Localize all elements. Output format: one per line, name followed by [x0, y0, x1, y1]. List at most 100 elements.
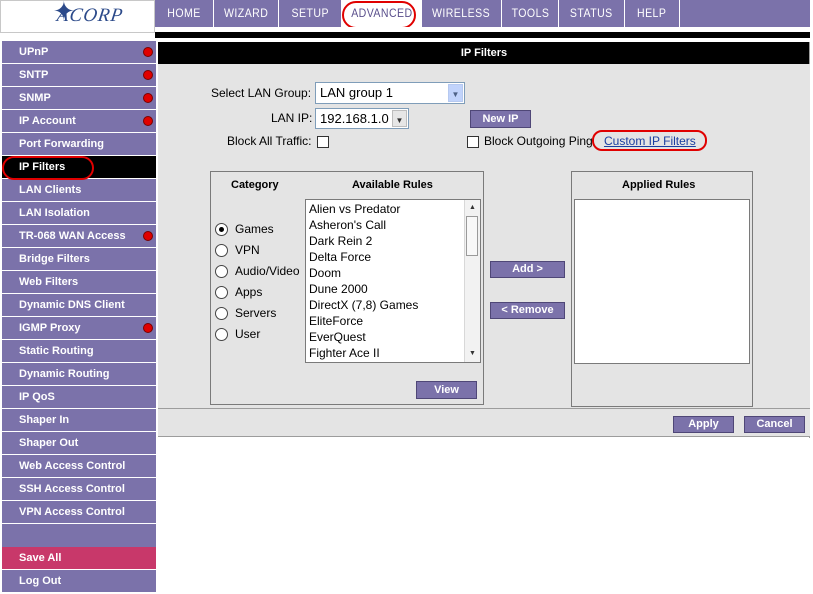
sidebar-item-label: Shaper Out: [19, 437, 79, 449]
category-radio-games[interactable]: Games: [215, 221, 300, 241]
radio-button[interactable]: [215, 328, 228, 341]
category-header: Category: [231, 179, 279, 191]
acorp-logo[interactable]: ✦ ACORP: [0, 0, 155, 33]
top-nav: HOME WIZARD SETUP ADVANCED WIRELESS TOOL…: [155, 0, 810, 27]
radio-button[interactable]: [215, 223, 228, 236]
form-footer: Apply Cancel: [158, 408, 810, 437]
tab-home[interactable]: HOME: [155, 0, 213, 27]
sidebar-item-label: Static Routing: [19, 345, 94, 357]
log-out-label: Log Out: [19, 575, 62, 587]
sidebar-item-label: VPN Access Control: [19, 506, 125, 518]
sidebar-item-label: Dynamic Routing: [19, 368, 110, 380]
lan-ip-value: 192.168.1.0: [320, 111, 389, 126]
list-item[interactable]: EverQuest: [309, 329, 366, 345]
list-item[interactable]: DirectX (7,8) Games: [309, 297, 418, 313]
applied-rules-list[interactable]: [574, 199, 750, 364]
scroll-up-icon[interactable]: ▲: [466, 201, 479, 215]
cancel-button[interactable]: Cancel: [744, 416, 805, 433]
view-button[interactable]: View: [416, 381, 477, 399]
available-rules-scrollbar[interactable]: ▲ ▼: [464, 200, 480, 362]
sidebar-item-ssh-access-control[interactable]: SSH Access Control: [2, 478, 156, 500]
tab-setup[interactable]: SETUP: [278, 0, 341, 27]
sidebar-item-port-forwarding[interactable]: Port Forwarding: [2, 133, 156, 155]
sidebar-item-bridge-filters[interactable]: Bridge Filters: [2, 248, 156, 270]
radio-label: User: [235, 327, 261, 341]
list-item[interactable]: Alien vs Predator: [309, 201, 400, 217]
list-item[interactable]: Asheron's Call: [309, 217, 386, 233]
list-item[interactable]: Doom: [309, 265, 341, 281]
custom-ip-filters-link[interactable]: Custom IP Filters: [604, 134, 696, 148]
list-item[interactable]: Dark Rein 2: [309, 233, 372, 249]
lan-ip-select[interactable]: 192.168.1.0 ▼: [315, 108, 409, 129]
save-all-button[interactable]: Save All: [2, 547, 156, 569]
list-item[interactable]: Dune 2000: [309, 281, 368, 297]
sidebar-item-label: SSH Access Control: [19, 483, 125, 495]
available-rules-list[interactable]: Alien vs Predator Asheron's Call Dark Re…: [305, 199, 481, 363]
block-all-traffic-label: Block All Traffic:: [227, 134, 312, 148]
tab-status[interactable]: STATUS: [558, 0, 624, 27]
sidebar-item-tr068-wan-access[interactable]: TR-068 WAN Access: [2, 225, 156, 247]
sidebar-item-sntp[interactable]: SNTP: [2, 64, 156, 86]
category-radio-apps[interactable]: Apps: [215, 284, 300, 304]
applied-rules-header: Applied Rules: [622, 179, 696, 191]
list-item[interactable]: EliteForce: [309, 313, 363, 329]
chevron-down-icon: ▼: [392, 110, 407, 127]
available-rules-header: Available Rules: [352, 179, 433, 191]
sidebar-item-ip-account[interactable]: IP Account: [2, 110, 156, 132]
sidebar-item-dynamic-dns-client[interactable]: Dynamic DNS Client: [2, 294, 156, 316]
radio-button[interactable]: [215, 307, 228, 320]
radio-label: VPN: [235, 243, 260, 257]
sidebar-item-web-access-control[interactable]: Web Access Control: [2, 455, 156, 477]
sidebar-item-shaper-in[interactable]: Shaper In: [2, 409, 156, 431]
add-rule-button[interactable]: Add >: [490, 261, 565, 278]
sidebar-item-static-routing[interactable]: Static Routing: [2, 340, 156, 362]
tab-wireless[interactable]: WIRELESS: [421, 0, 501, 27]
category-radio-user[interactable]: User: [215, 326, 300, 346]
sidebar-item-label: SNTP: [19, 69, 49, 81]
sidebar-item-label: Port Forwarding: [19, 138, 104, 150]
log-out-button[interactable]: Log Out: [2, 570, 156, 592]
sidebar-item-label: IP Filters: [19, 161, 66, 173]
sidebar-item-vpn-access-control[interactable]: VPN Access Control: [2, 501, 156, 523]
sidebar-item-label: SNMP: [19, 92, 51, 104]
sidebar-item-label: Bridge Filters: [19, 253, 90, 265]
new-ip-button[interactable]: New IP: [470, 110, 531, 128]
list-item[interactable]: Delta Force: [309, 249, 371, 265]
page-title: IP Filters: [158, 42, 810, 64]
category-radio-audio-video[interactable]: Audio/Video: [215, 263, 303, 283]
category-radio-vpn[interactable]: VPN: [215, 242, 300, 262]
sidebar-item-igmp-proxy[interactable]: IGMP Proxy: [2, 317, 156, 339]
tab-wizard[interactable]: WIZARD: [213, 0, 278, 27]
sidebar-item-shaper-out[interactable]: Shaper Out: [2, 432, 156, 454]
sidebar-item-label: LAN Isolation: [19, 207, 90, 219]
radio-button[interactable]: [215, 286, 228, 299]
tab-tools[interactable]: TOOLS: [501, 0, 558, 27]
status-dot-icon: [143, 231, 153, 241]
tab-advanced[interactable]: ADVANCED: [341, 0, 421, 27]
scroll-thumb[interactable]: [466, 216, 478, 256]
lan-group-select[interactable]: LAN group 1 ▼: [315, 82, 465, 104]
remove-rule-button[interactable]: < Remove: [490, 302, 565, 319]
sidebar-item-ip-filters[interactable]: IP Filters: [2, 156, 156, 178]
ip-filters-form: Select LAN Group: LAN group 1 ▼ LAN IP: …: [158, 64, 810, 408]
sidebar-item-web-filters[interactable]: Web Filters: [2, 271, 156, 293]
list-item[interactable]: Fighter Ace II: [309, 345, 380, 361]
sidebar-item-upnp[interactable]: UPnP: [2, 41, 156, 63]
sidebar-item-lan-clients[interactable]: LAN Clients: [2, 179, 156, 201]
sidebar-item-lan-isolation[interactable]: LAN Isolation: [2, 202, 156, 224]
sidebar-item-ip-qos[interactable]: IP QoS: [2, 386, 156, 408]
block-outgoing-ping-checkbox[interactable]: [467, 136, 479, 148]
apply-button[interactable]: Apply: [673, 416, 734, 433]
sidebar-item-label: Web Filters: [19, 276, 79, 288]
status-dot-icon: [143, 93, 153, 103]
chevron-down-icon: ▼: [448, 84, 463, 102]
scroll-down-icon[interactable]: ▼: [466, 347, 479, 361]
sidebar-item-dynamic-routing[interactable]: Dynamic Routing: [2, 363, 156, 385]
radio-button[interactable]: [215, 244, 228, 257]
radio-button[interactable]: [215, 265, 228, 278]
block-all-traffic-checkbox[interactable]: [317, 136, 329, 148]
sidebar-item-snmp[interactable]: SNMP: [2, 87, 156, 109]
category-radio-servers[interactable]: Servers: [215, 305, 300, 325]
status-dot-icon: [143, 323, 153, 333]
tab-help[interactable]: HELP: [624, 0, 679, 27]
